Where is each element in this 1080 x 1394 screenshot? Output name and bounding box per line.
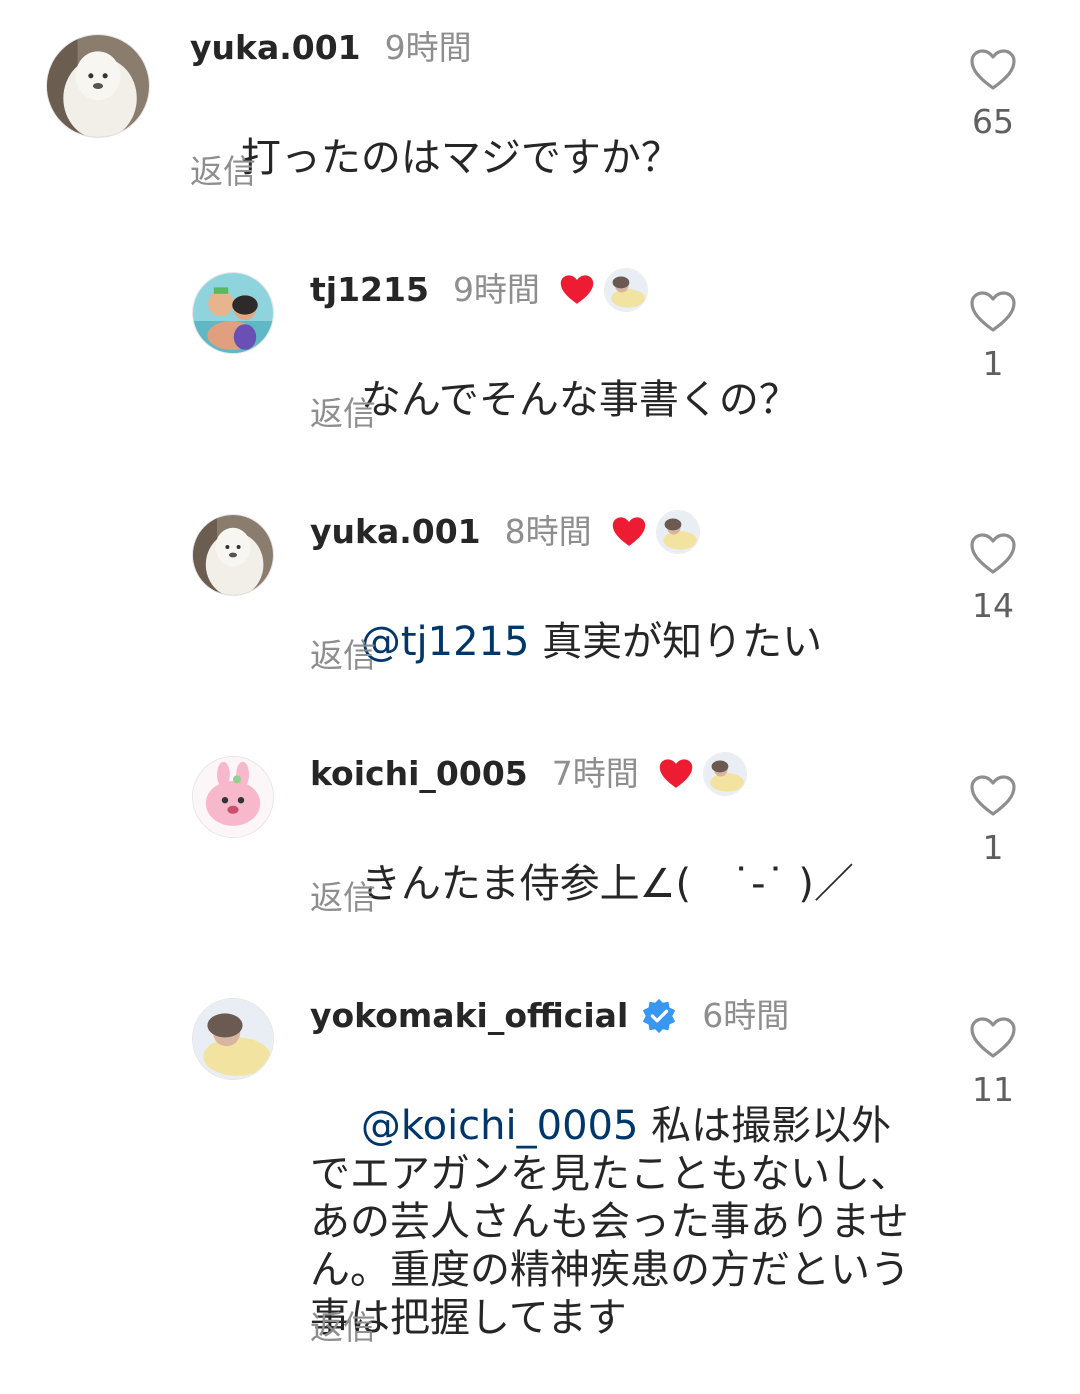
comment-text: なんでそんな事書くの？ <box>360 377 799 423</box>
comment-header: koichi_0005 7時間 <box>310 752 747 796</box>
username[interactable]: yuka.001 <box>190 26 361 70</box>
avatar[interactable] <box>46 34 150 138</box>
reply-button[interactable]: 返信 <box>310 636 376 676</box>
username[interactable]: yuka.001 <box>310 510 481 554</box>
like-control: 65 <box>943 48 1043 142</box>
username[interactable]: koichi_0005 <box>310 752 528 796</box>
username[interactable]: tj1215 <box>310 268 429 312</box>
like-count: 11 <box>972 1070 1014 1109</box>
comment-header: tj1215 9時間 <box>310 268 648 312</box>
timestamp: 8時間 <box>504 512 592 551</box>
comment-header: yuka.001 9時間 <box>190 26 472 70</box>
mention-link[interactable]: @koichi_0005 <box>361 1103 639 1149</box>
comment-text: @koichi_0005 私は撮影以外でエアガンを見たこともないし、あの芸人さん… <box>310 1103 910 1341</box>
heart-outline-icon[interactable] <box>969 774 1017 818</box>
like-count: 1 <box>982 828 1004 867</box>
reply-button[interactable]: 返信 <box>310 878 376 918</box>
avatar[interactable] <box>192 756 274 838</box>
timestamp: 9時間 <box>384 28 472 67</box>
timestamp: 9時間 <box>452 270 540 309</box>
avatar[interactable] <box>192 514 274 596</box>
like-count: 1 <box>982 344 1004 383</box>
like-count: 14 <box>972 586 1014 625</box>
heart-outline-icon[interactable] <box>969 290 1017 334</box>
comment-header: yokomaki_official 6時間 <box>310 994 789 1038</box>
verified-badge-icon <box>640 997 678 1035</box>
heart-outline-icon[interactable] <box>969 532 1017 576</box>
like-control: 1 <box>943 774 1043 868</box>
comment-text: 打ったのはマジですか？ <box>240 135 681 181</box>
heart-outline-icon[interactable] <box>969 1016 1017 1060</box>
comment-header: yuka.001 8時間 <box>310 510 700 554</box>
like-control: 11 <box>943 1016 1043 1110</box>
comment-text: @tj1215 真実が知りたい <box>360 619 823 665</box>
author-avatar <box>702 752 747 796</box>
heart-outline-icon[interactable] <box>969 48 1017 92</box>
heart-filled-icon <box>657 757 695 791</box>
like-count: 65 <box>972 102 1014 141</box>
timestamp: 7時間 <box>551 754 639 793</box>
like-control: 14 <box>943 532 1043 626</box>
timestamp: 6時間 <box>702 996 790 1035</box>
comment-text: きんたま侍参上∠( ˙-˙ )／ <box>360 861 854 907</box>
author-avatar <box>655 510 700 554</box>
reply-button[interactable]: 返信 <box>310 1308 376 1348</box>
reply-button[interactable]: 返信 <box>310 394 376 434</box>
avatar[interactable] <box>192 272 274 354</box>
author-avatar <box>603 268 648 312</box>
heart-filled-icon <box>610 515 648 549</box>
like-control: 1 <box>943 290 1043 384</box>
avatar[interactable] <box>192 998 274 1080</box>
heart-filled-icon <box>558 273 596 307</box>
username[interactable]: yokomaki_official <box>310 994 628 1038</box>
reply-button[interactable]: 返信 <box>190 152 256 192</box>
mention-link[interactable]: @tj1215 <box>361 619 530 665</box>
